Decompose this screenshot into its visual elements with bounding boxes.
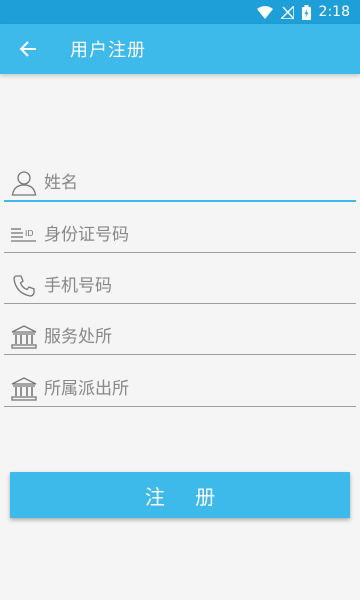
clock-time: 2:18	[318, 4, 350, 20]
no-signal-icon	[280, 5, 294, 19]
bank-building-icon	[6, 322, 42, 352]
id-card-icon: ID	[6, 220, 42, 250]
police-station-field-row	[4, 371, 356, 407]
name-field-row	[4, 166, 356, 202]
bank-building-icon	[6, 374, 42, 404]
id-number-field-row: ID	[4, 217, 356, 253]
service-office-input[interactable]	[44, 321, 356, 352]
register-button[interactable]: 注 册	[10, 472, 350, 518]
police-station-input[interactable]	[44, 373, 356, 404]
battery-charging-icon	[301, 4, 311, 20]
status-bar: 2:18	[0, 0, 360, 24]
person-icon	[6, 168, 42, 198]
phone-field-row	[4, 268, 356, 304]
phone-icon	[6, 271, 42, 301]
phone-input[interactable]	[44, 270, 356, 301]
id-number-input[interactable]	[44, 219, 356, 250]
service-office-field-row	[4, 319, 356, 355]
wifi-icon	[256, 5, 273, 19]
arrow-left-icon	[19, 40, 37, 58]
page-title: 用户注册	[70, 40, 146, 61]
svg-text:ID: ID	[25, 229, 34, 238]
app-bar: 用户注册	[0, 24, 360, 74]
back-button[interactable]	[0, 24, 56, 74]
name-input[interactable]	[44, 168, 356, 198]
